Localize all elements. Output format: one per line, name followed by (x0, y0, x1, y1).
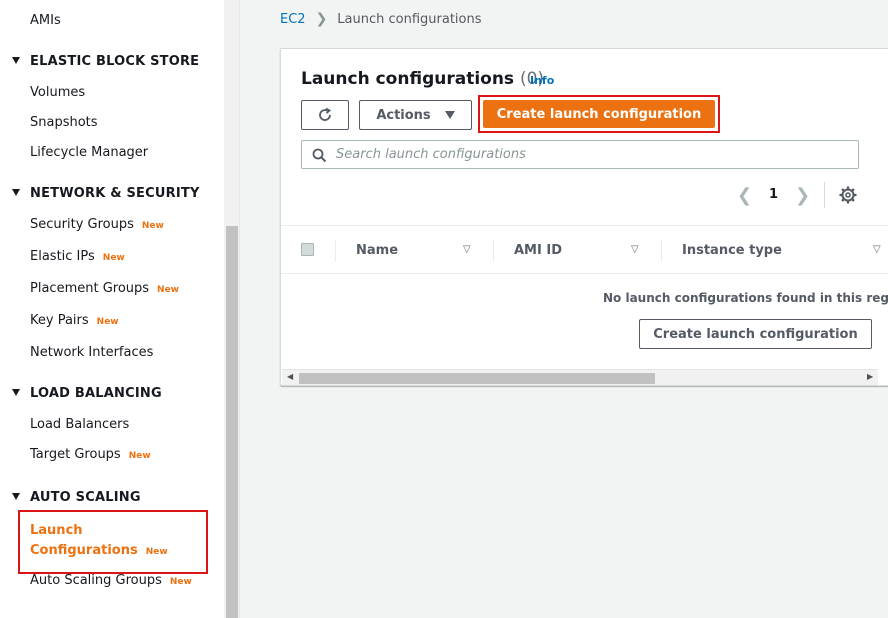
search-box[interactable] (301, 140, 859, 169)
sidebar-item-label: Security Groups (30, 217, 134, 232)
sidebar-item-label: Network Interfaces (30, 345, 154, 360)
sidebar-item-target-groups[interactable]: Target Groups New (30, 447, 151, 462)
sidebar-item-label: Configurations (30, 543, 138, 558)
sidebar-item-label: AMIs (30, 13, 61, 28)
current-page-number[interactable]: 1 (769, 187, 778, 202)
sidebar-item-load-balancers[interactable]: Load Balancers (30, 417, 129, 432)
horizontal-scrollbar-thumb[interactable] (299, 373, 655, 384)
sidebar-item-label: Lifecycle Manager (30, 145, 149, 160)
empty-create-launch-configuration-button[interactable]: Create launch configuration (639, 319, 872, 349)
column-header-instance-type[interactable]: Instance type (682, 243, 782, 258)
column-header-ami-id[interactable]: AMI ID (514, 243, 562, 258)
breadcrumb-ec2-link[interactable]: EC2 (280, 12, 306, 27)
sidebar-item-security-groups[interactable]: Security Groups New (30, 217, 164, 232)
collapse-triangle-icon (12, 493, 20, 500)
sidebar-item-label: Elastic IPs (30, 249, 95, 264)
sidebar-scrollbar-thumb[interactable] (226, 226, 238, 618)
sidebar-item-lifecycle-manager[interactable]: Lifecycle Manager (30, 145, 148, 160)
column-divider (661, 240, 662, 262)
collapse-triangle-icon (12, 389, 20, 396)
sidebar-item-label: Volumes (30, 85, 86, 100)
previous-page-icon[interactable]: ❮ (737, 185, 752, 206)
sidebar-item-network-interfaces[interactable]: Network Interfaces (30, 345, 153, 360)
search-input[interactable] (336, 144, 836, 165)
table-horizontal-scrollbar[interactable]: ◀ ▶ (282, 369, 878, 385)
sidebar-item-volumes[interactable]: Volumes (30, 85, 85, 100)
table-header: Name ▽ AMI ID ▽ Instance type ▽ (281, 225, 888, 274)
section-auto-scaling[interactable]: AUTO SCALING (12, 490, 141, 505)
column-header-name[interactable]: Name (356, 243, 398, 258)
scroll-right-icon[interactable]: ▶ (867, 372, 873, 381)
page-title-text: Launch configurations (301, 69, 515, 89)
sidebar-item-label: Load Balancers (30, 417, 130, 432)
create-button-label: Create launch configuration (496, 106, 702, 122)
sort-icon[interactable]: ▽ (631, 244, 639, 255)
sort-icon[interactable]: ▽ (463, 244, 471, 255)
section-title: AUTO SCALING (30, 490, 141, 505)
new-badge: New (128, 451, 151, 461)
new-badge: New (157, 285, 179, 295)
column-divider (335, 240, 336, 262)
sidebar: AMIs ELASTIC BLOCK STORE Volumes Snapsho… (0, 0, 224, 618)
section-network-security[interactable]: NETWORK & SECURITY (12, 186, 200, 201)
sidebar-item-label: Snapshots (30, 115, 98, 130)
sidebar-item-label: Placement Groups (30, 281, 150, 296)
section-title: LOAD BALANCING (30, 386, 162, 401)
gear-icon[interactable] (839, 186, 857, 204)
breadcrumb: EC2 ❯ Launch configurations (280, 11, 482, 27)
launch-configurations-panel: Launch configurations (0) Info Actions C… (280, 48, 888, 386)
sidebar-item-label: Target Groups (30, 447, 121, 462)
sidebar-item-snapshots[interactable]: Snapshots (30, 115, 98, 130)
empty-create-button-label: Create launch configuration (653, 326, 858, 342)
scroll-left-icon[interactable]: ◀ (287, 372, 293, 381)
collapse-triangle-icon (12, 189, 20, 196)
section-title: NETWORK & SECURITY (30, 186, 200, 201)
sidebar-item-label: Launch (30, 523, 83, 538)
section-load-balancing[interactable]: LOAD BALANCING (12, 386, 162, 401)
sidebar-item-auto-scaling-groups[interactable]: Auto Scaling Groups New (30, 573, 192, 588)
new-badge: New (102, 253, 125, 263)
sort-icon[interactable]: ▽ (873, 244, 881, 255)
caret-down-icon (444, 111, 455, 119)
create-button-highlight: Create launch configuration (478, 95, 720, 133)
collapse-triangle-icon (12, 57, 20, 64)
actions-label: Actions (376, 107, 431, 123)
empty-state-message: No launch configurations found in this r… (603, 291, 888, 305)
refresh-button[interactable] (301, 100, 349, 130)
select-all-checkbox[interactable] (301, 243, 314, 256)
page-title: Launch configurations (0) (301, 69, 544, 89)
sidebar-item-elastic-ips[interactable]: Elastic IPs New (30, 249, 125, 264)
breadcrumb-current: Launch configurations (337, 12, 482, 27)
info-link[interactable]: Info (530, 74, 554, 87)
section-title: ELASTIC BLOCK STORE (30, 54, 200, 69)
new-badge: New (96, 317, 119, 327)
new-badge: New (169, 577, 192, 587)
search-icon (312, 148, 327, 163)
pager-divider (824, 182, 825, 208)
create-launch-configuration-button[interactable]: Create launch configuration (483, 100, 715, 128)
sidebar-item-placement-groups[interactable]: Placement Groups New (30, 281, 179, 296)
column-divider (493, 240, 494, 262)
sidebar-item-amis[interactable]: AMIs (30, 13, 61, 28)
sidebar-item-key-pairs[interactable]: Key Pairs New (30, 313, 119, 328)
sidebar-item-label: Key Pairs (30, 313, 89, 328)
chevron-right-icon: ❯ (315, 11, 328, 27)
sidebar-item-launch-configurations[interactable]: Launch Configurations New (18, 510, 208, 574)
new-badge: New (141, 221, 164, 231)
actions-dropdown[interactable]: Actions (359, 100, 472, 130)
refresh-icon (319, 107, 332, 121)
next-page-icon[interactable]: ❯ (795, 185, 810, 206)
sidebar-item-label: Auto Scaling Groups (30, 573, 162, 588)
section-elastic-block-store[interactable]: ELASTIC BLOCK STORE (12, 54, 199, 69)
new-badge: New (145, 547, 168, 557)
